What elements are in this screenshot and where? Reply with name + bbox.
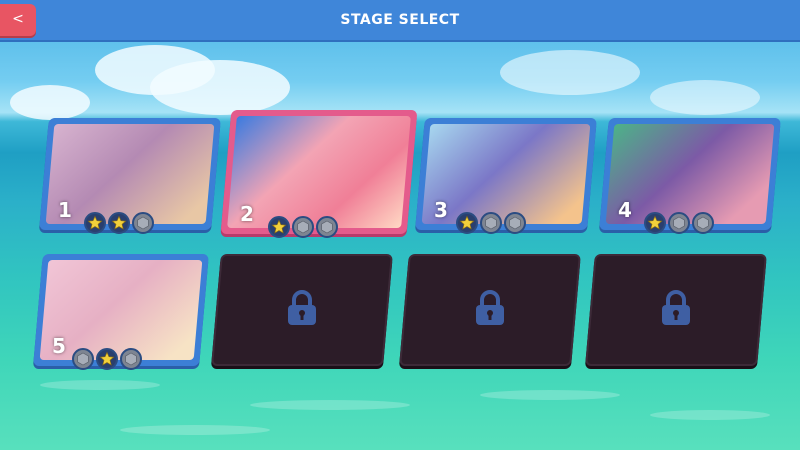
stage-card-5[interactable]: 5	[33, 254, 209, 370]
padlock-icon	[285, 289, 319, 331]
cloud	[150, 60, 290, 115]
page-title: STAGE SELECT	[340, 12, 460, 28]
stage-number: 3	[434, 198, 448, 222]
padlock-icon	[473, 289, 507, 331]
wave	[480, 390, 620, 400]
empty-star-icon	[132, 212, 154, 234]
stage-card-1[interactable]: 1	[39, 118, 221, 234]
top-bar: < STAGE SELECT	[0, 0, 800, 40]
cloud	[10, 85, 90, 120]
empty-star-icon	[316, 216, 338, 238]
stage-card-2[interactable]: 2	[220, 110, 418, 238]
empty-star-icon	[692, 212, 714, 234]
stage-card-locked[interactable]	[399, 254, 581, 366]
empty-star-icon	[292, 216, 314, 238]
stage-number: 5	[52, 334, 66, 358]
padlock-icon	[659, 289, 693, 331]
star-rating	[456, 212, 526, 234]
stage-number: 2	[240, 202, 254, 226]
star-icon	[108, 212, 130, 234]
stage-card-3[interactable]: 3	[415, 118, 597, 234]
stage-number: 1	[58, 198, 72, 222]
wave	[250, 400, 410, 410]
wave	[40, 380, 160, 390]
empty-star-icon	[72, 348, 94, 370]
star-rating	[72, 348, 142, 370]
empty-star-icon	[504, 212, 526, 234]
empty-star-icon	[480, 212, 502, 234]
star-icon	[96, 348, 118, 370]
star-icon	[456, 212, 478, 234]
star-rating	[84, 212, 154, 234]
empty-star-icon	[668, 212, 690, 234]
stage-number: 4	[618, 198, 632, 222]
star-icon	[84, 212, 106, 234]
cloud	[500, 50, 640, 95]
star-icon	[644, 212, 666, 234]
stage-card-locked[interactable]	[211, 254, 393, 366]
wave	[650, 410, 770, 420]
wave	[120, 425, 270, 435]
empty-star-icon	[120, 348, 142, 370]
star-icon	[268, 216, 290, 238]
cloud	[650, 80, 760, 115]
stage-card-4[interactable]: 4	[599, 118, 781, 234]
star-rating	[268, 216, 338, 238]
star-rating	[644, 212, 714, 234]
stage-card-locked[interactable]	[585, 254, 767, 366]
